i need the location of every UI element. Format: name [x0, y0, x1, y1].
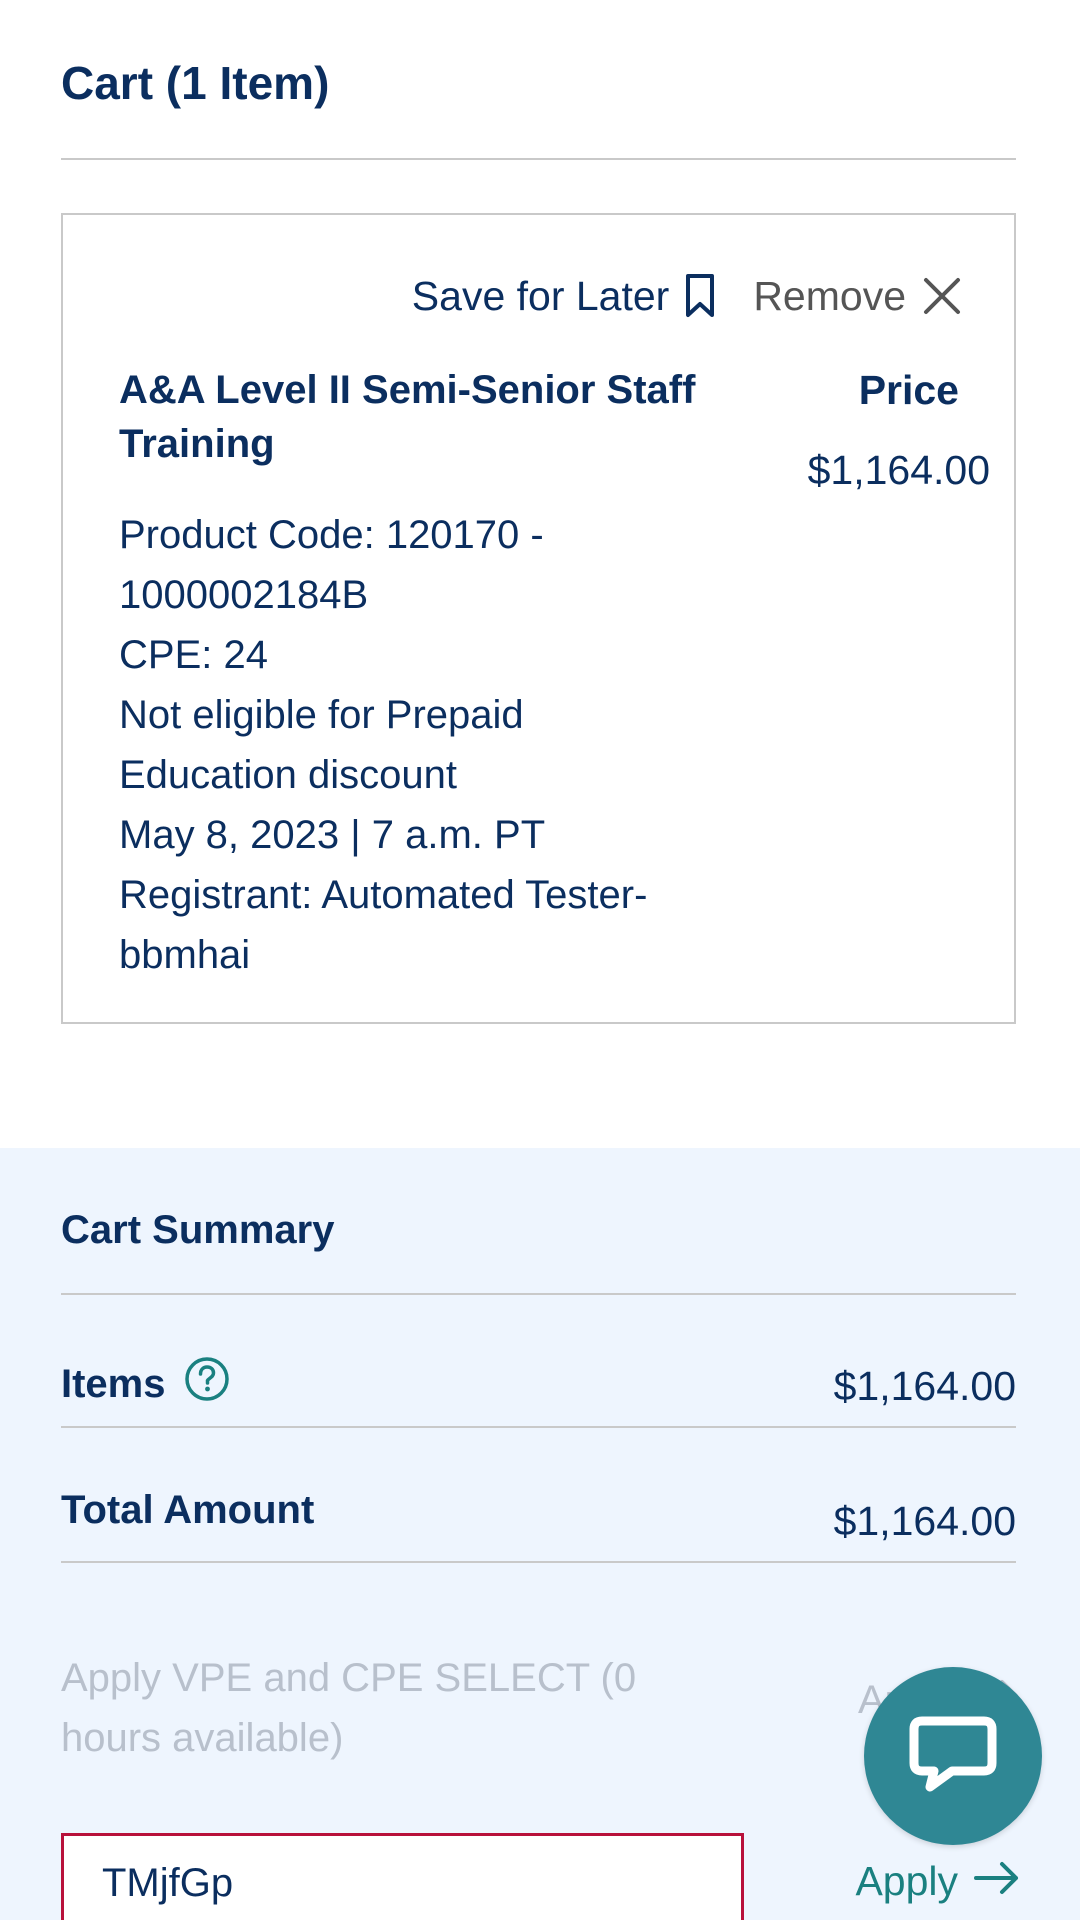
divider: [61, 1426, 1016, 1428]
items-row-label: Items: [61, 1356, 230, 1412]
vpe-cpe-select-text: Apply VPE and CPE SELECT (0 hours availa…: [61, 1656, 637, 1760]
divider: [61, 1293, 1016, 1295]
cart-title: Cart (1 Item): [61, 57, 330, 109]
close-icon: [922, 276, 962, 316]
arrow-right-icon: [974, 1858, 1020, 1905]
registrant: Registrant: Automated Tester-bbmhai: [119, 873, 648, 977]
save-for-later-button[interactable]: Save for Later: [412, 273, 716, 320]
save-for-later-label: Save for Later: [411, 272, 670, 319]
promo-code-input[interactable]: [61, 1833, 744, 1920]
event-date: May 8, 2023 | 7 a.m. PT: [119, 813, 546, 857]
promo-apply-label: Apply: [855, 1858, 958, 1904]
product-details: Product Code: 120170 - 1000002184B CPE: …: [119, 505, 679, 985]
help-icon[interactable]: [184, 1356, 230, 1412]
promo-apply-button[interactable]: Apply: [855, 1858, 1020, 1905]
product-title: A&A Level II Semi-Senior Staff Training: [119, 368, 696, 466]
items-label: Items: [61, 1361, 166, 1406]
remove-label: Remove: [753, 272, 906, 319]
remove-button[interactable]: Remove: [753, 273, 962, 320]
divider: [61, 1561, 1016, 1563]
total-amount-value: $1,164.00: [833, 1498, 1016, 1544]
product-code: Product Code: 120170 - 1000002184B: [119, 513, 544, 617]
cpe-credits: CPE: 24: [119, 633, 268, 677]
cart-summary-title: Cart Summary: [61, 1208, 335, 1252]
chat-bubble-icon: [908, 1713, 998, 1800]
cart-item-card: Save for Later Remove A&A Level II Semi-…: [61, 213, 1016, 1024]
discount-eligibility: Not eligible for Prepaid Education disco…: [119, 693, 524, 797]
price-value: $1,164.00: [807, 447, 990, 493]
bookmark-icon: [685, 273, 715, 319]
price-label: Price: [858, 367, 959, 413]
item-actions: Save for Later Remove: [412, 271, 962, 321]
items-value: $1,164.00: [833, 1363, 1016, 1409]
chat-button[interactable]: [864, 1667, 1042, 1845]
total-amount-label: Total Amount: [61, 1488, 315, 1532]
divider: [61, 158, 1016, 160]
